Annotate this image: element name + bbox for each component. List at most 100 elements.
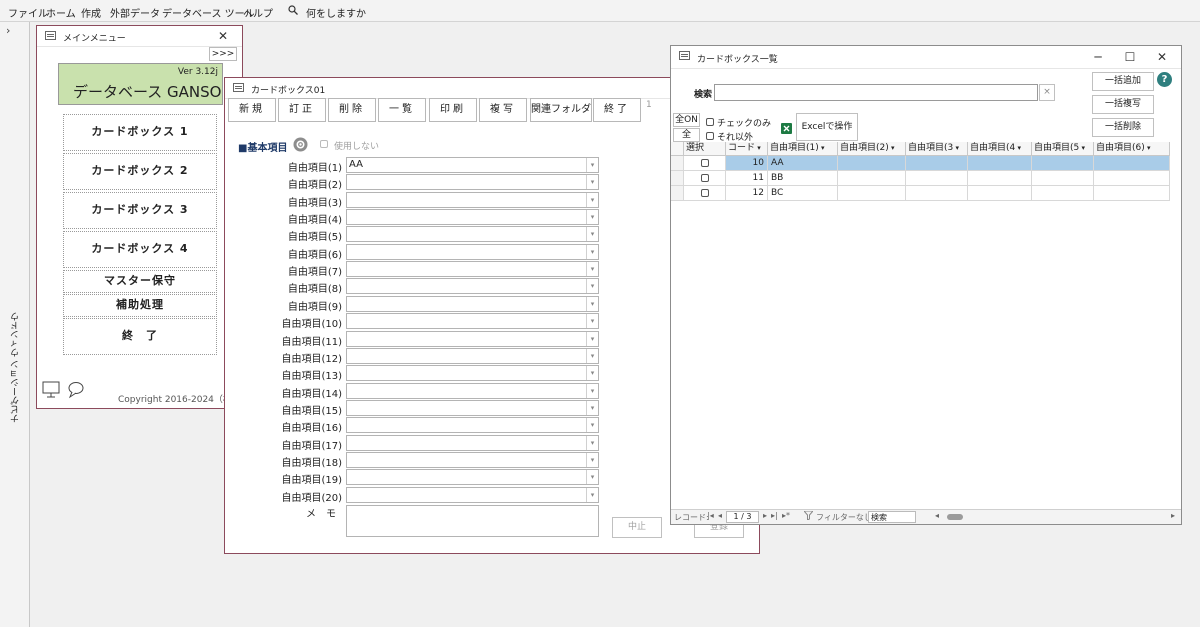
free-item-cell[interactable] — [906, 156, 968, 171]
clear-search-button[interactable]: × — [1039, 84, 1055, 101]
dropdown-arrow-icon[interactable]: ▾ — [586, 175, 598, 190]
dropdown-arrow-icon[interactable]: ▾ — [586, 348, 598, 363]
free-item-field[interactable]: ▾ — [346, 313, 599, 330]
related-folder-button[interactable]: 関連フォルダ — [530, 98, 592, 122]
scroll-right-icon[interactable]: ▸ — [1171, 511, 1175, 520]
auxiliary-process-button[interactable]: 補助処理 — [63, 294, 217, 317]
copy-button[interactable]: 複写 — [479, 98, 527, 122]
cardbox-1-button[interactable]: カードボックス 1 — [63, 114, 217, 151]
free-item-cell[interactable] — [1032, 171, 1094, 186]
column-header[interactable]: 自由項目(2) ▾ — [838, 142, 906, 156]
gear-icon[interactable] — [293, 137, 308, 155]
free-item-cell[interactable] — [1032, 186, 1094, 201]
cardbox-4-button[interactable]: カードボックス 4 — [63, 231, 217, 268]
dropdown-arrow-icon[interactable]: ▾ — [586, 296, 598, 311]
column-dropdown-icon[interactable]: ▾ — [1079, 144, 1085, 152]
code-cell[interactable]: 10 — [726, 156, 768, 171]
column-header[interactable]: 選択 — [684, 142, 726, 156]
menu-file[interactable]: ファイル — [8, 5, 48, 20]
free-item-field[interactable]: ▾ — [346, 486, 599, 503]
dropdown-arrow-icon[interactable]: ▾ — [586, 279, 598, 294]
free-item-cell[interactable] — [906, 171, 968, 186]
column-header[interactable]: 自由項目(1) ▾ — [768, 142, 838, 156]
column-header[interactable]: 自由項目(6) ▾ — [1094, 142, 1170, 156]
next-record-icon[interactable]: ▸ — [763, 511, 767, 520]
horizontal-scrollbar-thumb[interactable] — [947, 514, 963, 520]
free-item-field[interactable]: ▾ — [346, 330, 599, 347]
print-button[interactable]: 印刷 — [429, 98, 477, 122]
select-all-corner[interactable] — [671, 142, 684, 156]
monitor-icon[interactable] — [42, 381, 60, 402]
free-item-field[interactable]: ▾ — [346, 399, 599, 416]
free-item-field[interactable]: AA ▾ — [346, 157, 599, 173]
free-item-cell[interactable] — [1094, 156, 1170, 171]
code-cell[interactable]: 12 — [726, 186, 768, 201]
expand-button[interactable]: >>> — [209, 47, 237, 61]
free-item-cell[interactable] — [968, 156, 1032, 171]
column-header[interactable]: 自由項目(5 ▾ — [1032, 142, 1094, 156]
free-item-field[interactable]: ▾ — [346, 174, 599, 191]
free-item-cell[interactable] — [1032, 156, 1094, 171]
cardbox-list-titlebar[interactable]: カードボックス一覧 ─ ☐ ✕ — [671, 46, 1181, 69]
dropdown-arrow-icon[interactable]: ▾ — [586, 487, 598, 502]
main-menu-titlebar[interactable]: メインメニュー ✕ — [37, 26, 242, 47]
select-cell[interactable] — [684, 156, 726, 171]
search-input[interactable] — [714, 84, 1038, 101]
others-checkbox[interactable] — [706, 132, 714, 140]
free-item-field[interactable]: ▾ — [346, 451, 599, 468]
free-item-field[interactable]: ▾ — [346, 191, 599, 208]
all-off-button[interactable]: 全OFF — [673, 128, 700, 152]
unused-checkbox[interactable] — [320, 140, 328, 148]
cardbox-2-button[interactable]: カードボックス 2 — [63, 153, 217, 190]
column-header[interactable]: 自由項目(3 ▾ — [906, 142, 968, 156]
check-only-checkbox[interactable] — [706, 118, 714, 126]
column-dropdown-icon[interactable]: ▾ — [953, 144, 959, 152]
first-record-icon[interactable]: |◂ — [707, 511, 714, 520]
column-dropdown-icon[interactable]: ▾ — [1145, 144, 1151, 152]
maximize-icon[interactable]: ☐ — [1119, 49, 1141, 65]
last-record-icon[interactable]: ▸| — [771, 511, 778, 520]
expand-nav-button[interactable]: › — [6, 24, 10, 37]
dropdown-arrow-icon[interactable]: ▾ — [586, 210, 598, 225]
minimize-icon[interactable]: ─ — [1087, 49, 1109, 65]
edit-button[interactable]: 訂正 — [278, 98, 326, 122]
dropdown-arrow-icon[interactable]: ▾ — [586, 158, 598, 172]
select-cell[interactable] — [684, 171, 726, 186]
menu-create[interactable]: 作成 — [81, 5, 101, 20]
column-dropdown-icon[interactable]: ▾ — [1015, 144, 1021, 152]
scroll-left-icon[interactable]: ◂ — [935, 511, 939, 520]
new-button[interactable]: 新規 — [228, 98, 276, 122]
free-item-field[interactable]: ▾ — [346, 243, 599, 260]
cardbox-3-button[interactable]: カードボックス 3 — [63, 192, 217, 229]
excel-button[interactable]: Excelで操作 — [796, 113, 858, 141]
all-on-button[interactable]: 全ON — [673, 113, 700, 127]
bulk-add-button[interactable]: 一括追加 — [1092, 72, 1154, 91]
close-form-button[interactable]: 終了 — [593, 98, 641, 122]
code-cell[interactable]: 11 — [726, 171, 768, 186]
dropdown-arrow-icon[interactable]: ▾ — [586, 192, 598, 207]
dropdown-arrow-icon[interactable]: ▾ — [586, 435, 598, 450]
menu-external-data[interactable]: 外部データ — [110, 5, 160, 20]
record-position[interactable]: 1 / 3 — [726, 511, 759, 523]
memo-field[interactable] — [346, 505, 599, 537]
column-dropdown-icon[interactable]: ▾ — [889, 144, 895, 152]
column-dropdown-icon[interactable]: ▾ — [819, 144, 825, 152]
free-item-cell[interactable] — [968, 186, 1032, 201]
previous-record-icon[interactable]: ◂ — [718, 511, 722, 520]
free-item-field[interactable]: ▾ — [346, 261, 599, 278]
free-item-cell[interactable] — [838, 186, 906, 201]
search-icon[interactable] — [288, 5, 298, 18]
dropdown-arrow-icon[interactable]: ▾ — [586, 452, 598, 467]
menu-database-tools[interactable]: データベース ツール — [162, 5, 255, 20]
free-item-field[interactable]: ▾ — [346, 382, 599, 399]
tell-me-search[interactable]: 何をしますか — [306, 5, 366, 20]
free-item-field[interactable]: ▾ — [346, 365, 599, 382]
dropdown-arrow-icon[interactable]: ▾ — [586, 418, 598, 433]
navigation-pane[interactable]: › ナビゲーション ウィンドウ — [0, 22, 30, 627]
column-dropdown-icon[interactable]: ▾ — [755, 144, 761, 152]
master-maintenance-button[interactable]: マスター保守 — [63, 270, 217, 293]
row-checkbox[interactable] — [701, 159, 709, 167]
dropdown-arrow-icon[interactable]: ▾ — [586, 314, 598, 329]
free-item-cell[interactable] — [838, 156, 906, 171]
filter-status[interactable]: フィルターなし — [816, 512, 872, 523]
